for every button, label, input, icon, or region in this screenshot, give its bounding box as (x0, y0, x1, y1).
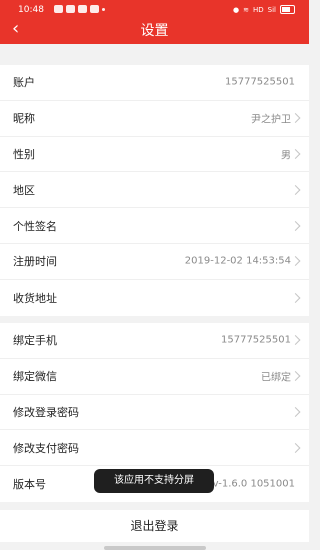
chevron-right-icon (290, 113, 301, 124)
settings-row[interactable]: 个性签名 (0, 208, 309, 244)
settings-row-label: 账户 (13, 76, 35, 90)
settings-row[interactable]: 地区 (0, 172, 309, 209)
logout-button[interactable]: 退出登录 (0, 510, 309, 542)
settings-row-label: 绑定微信 (13, 370, 57, 384)
notification-icon (90, 5, 99, 13)
settings-row[interactable]: 修改支付密码 (0, 430, 309, 467)
hd-label: HD (253, 5, 264, 14)
settings-row[interactable]: 昵称 尹之护卫 (0, 101, 309, 137)
chevron-right-icon (290, 220, 301, 231)
settings-row-label: 性别 (13, 147, 35, 161)
settings-row-label: 昵称 (13, 112, 35, 126)
settings-row[interactable]: 注册时间 2019-12-02 14:53:54 (0, 244, 309, 280)
settings-row[interactable]: 修改登录密码 (0, 395, 309, 431)
settings-row[interactable]: 账户 15777525501 (0, 65, 309, 101)
settings-row[interactable]: 绑定手机 15777525501 (0, 323, 309, 359)
settings-row-label: 收货地址 (13, 291, 57, 305)
notification-icons (54, 5, 105, 13)
page-title: 设置 (140, 23, 169, 39)
chevron-right-icon (290, 442, 301, 453)
status-bar: 10:48 ● ≋ HD Sil (0, 0, 309, 18)
settings-row-value: 尹之护卫 (251, 114, 291, 126)
home-indicator (104, 546, 206, 550)
settings-row-value: 已绑定 (261, 372, 291, 384)
chevron-right-icon (290, 371, 301, 382)
chevron-right-icon (290, 149, 301, 159)
notification-icon (78, 5, 87, 13)
settings-row-label: 绑定手机 (13, 334, 57, 348)
signal-icon: Sil (267, 5, 276, 14)
toast-message: 该应用不支持分屏 (94, 469, 214, 493)
settings-row-label: 修改支付密码 (13, 441, 79, 455)
settings-row[interactable]: 收货地址 (0, 280, 309, 316)
settings-row-value: 15777525501 (221, 334, 291, 346)
status-right: ● ≋ HD Sil (233, 5, 295, 14)
settings-row-value: 男 (281, 150, 291, 162)
chevron-right-icon (290, 407, 301, 417)
notification-icon (66, 5, 75, 13)
location-icon: ● (233, 5, 240, 14)
status-time: 10:48 (18, 5, 44, 15)
chevron-right-icon (290, 256, 301, 267)
notification-icon (54, 5, 63, 13)
settings-row-label: 个性签名 (13, 219, 57, 233)
settings-row-label: 地区 (13, 183, 35, 197)
settings-row-label: 修改登录密码 (13, 405, 79, 419)
notification-dot-icon (102, 8, 105, 11)
settings-row-value: 15777525501 (225, 76, 295, 88)
settings-row-label: 版本号 (13, 478, 46, 492)
wifi-icon: ≋ (243, 5, 249, 14)
settings-row[interactable]: 性别 男 (0, 137, 309, 173)
settings-row-value: v-1.6.0 1051001 (212, 478, 295, 490)
profile-settings-group: 账户 15777525501 昵称 尹之护卫性别 男地区个性签名注册时间 2019-12-… (0, 65, 309, 316)
battery-icon (280, 5, 295, 14)
chevron-right-icon (290, 292, 301, 303)
chevron-right-icon (290, 184, 301, 195)
app-header: 10:48 ● ≋ HD Sil ‹ 设置 (0, 0, 309, 44)
settings-row-value: 2019-12-02 14:53:54 (184, 255, 291, 267)
settings-row[interactable]: 绑定微信 已绑定 (0, 359, 309, 395)
chevron-right-icon (290, 335, 301, 346)
settings-row-label: 注册时间 (13, 255, 57, 269)
